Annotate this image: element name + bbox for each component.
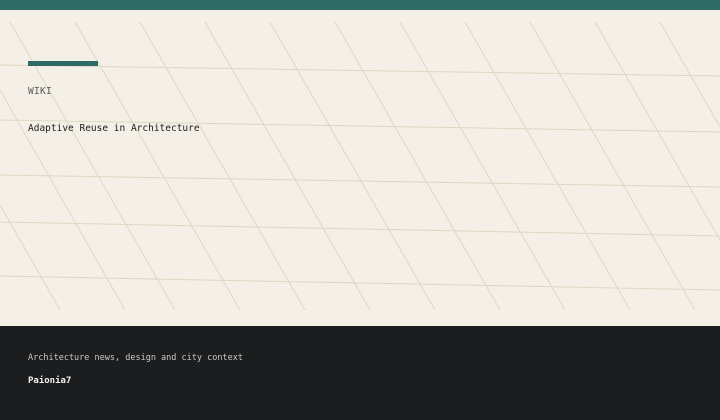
footer-brand[interactable]: Paionia7 [28, 376, 71, 386]
footer-tagline: Architecture news, design and city conte… [28, 353, 243, 363]
page-title: Adaptive Reuse in Architecture [28, 123, 200, 134]
category-label[interactable]: WIKI [28, 86, 52, 97]
top-accent-bar [0, 0, 720, 10]
category-accent-bar [28, 61, 98, 66]
hero-section: WIKI Adaptive Reuse in Architecture [0, 10, 720, 326]
site-footer: Architecture news, design and city conte… [0, 326, 720, 420]
hero-grid-pattern [0, 21, 720, 311]
